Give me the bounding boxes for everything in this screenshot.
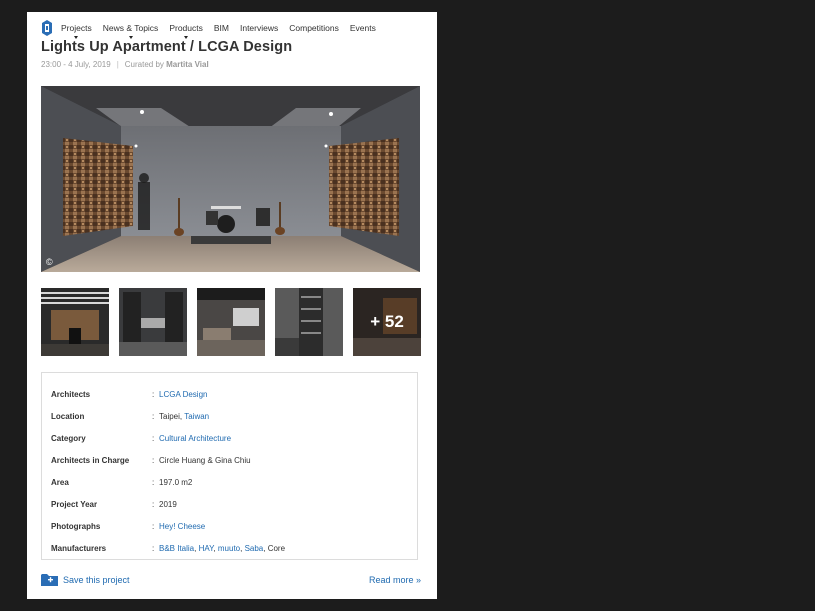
nav-item-competitions[interactable]: Competitions <box>289 23 339 33</box>
manufacturer-link[interactable]: Saba <box>245 544 264 553</box>
nav-item-interviews[interactable]: Interviews <box>240 23 278 33</box>
manufacturer-link[interactable]: muuto <box>218 544 240 553</box>
read-more-link[interactable]: Read more » <box>369 575 421 585</box>
copyright-icon: © <box>46 257 53 267</box>
detail-value: Taipei, Taiwan <box>159 411 210 421</box>
top-nav: Projects News & Topics Products BIM Inte… <box>41 16 387 40</box>
detail-value: Cultural Architecture <box>159 434 231 443</box>
curated-by-label: Curated by <box>124 60 164 69</box>
photographer-link[interactable]: Hey! Cheese <box>159 522 205 531</box>
nav-item-news-topics[interactable]: News & Topics <box>103 23 158 39</box>
more-photos-count: + 52 <box>353 288 421 356</box>
article-meta: 23:00 - 4 July, 2019 | Curated by Martita … <box>41 60 209 69</box>
thumbnail-1[interactable] <box>41 288 109 356</box>
detail-value: LCGA Design <box>159 390 207 399</box>
country-link[interactable]: Taiwan <box>184 412 209 421</box>
thumbnail-3[interactable] <box>197 288 265 356</box>
detail-row-manufacturers: Manufacturers: B&B Italia, HAY, muuto, S… <box>51 543 286 553</box>
detail-label: Architects <box>51 389 91 399</box>
detail-row-area: Area: 197.0 m2 <box>51 477 193 487</box>
detail-label: Photographs <box>51 521 101 531</box>
detail-label: Manufacturers <box>51 543 107 553</box>
thumbnail-4[interactable] <box>275 288 343 356</box>
thumbnail-2[interactable] <box>119 288 187 356</box>
nav-item-events[interactable]: Events <box>350 23 376 33</box>
article-card: Projects News & Topics Products BIM Inte… <box>27 12 437 599</box>
architects-link[interactable]: LCGA Design <box>159 390 207 399</box>
detail-row-architects-in-charge: Architects in Charge: Circle Huang & Gin… <box>51 455 251 465</box>
thumbnail-gallery: + 52 <box>41 288 421 356</box>
hero-image[interactable] <box>41 86 420 272</box>
detail-value: 2019 <box>159 499 177 509</box>
archdaily-logo-icon[interactable] <box>41 20 53 36</box>
detail-row-architects: Architects: LCGA Design <box>51 389 208 399</box>
publish-datetime: 23:00 - 4 July, 2019 <box>41 60 111 69</box>
detail-value: Hey! Cheese <box>159 522 205 531</box>
detail-value: 197.0 m2 <box>159 477 193 487</box>
detail-label: Location <box>51 411 85 421</box>
nav-item-products[interactable]: Products <box>169 23 203 39</box>
folder-add-icon <box>41 574 58 586</box>
manufacturer-link[interactable]: B&B Italia <box>159 544 194 553</box>
detail-value: B&B Italia, HAY, muuto, Saba, Core <box>159 543 286 553</box>
detail-label: Category <box>51 433 86 443</box>
manufacturer-link[interactable]: HAY <box>199 544 214 553</box>
project-details: Architects: LCGA Design Location: Taipei… <box>41 372 418 560</box>
detail-row-location: Location: Taipei, Taiwan <box>51 411 210 421</box>
thumbnail-more[interactable]: + 52 <box>353 288 421 356</box>
curator-name[interactable]: Martita Vial <box>166 60 209 69</box>
detail-row-photographs: Photographs: Hey! Cheese <box>51 521 206 531</box>
category-link[interactable]: Cultural Architecture <box>159 434 231 443</box>
detail-value: Circle Huang & Gina Chiu <box>159 455 251 465</box>
detail-label: Area <box>51 477 69 487</box>
page-title: Lights Up Apartment / LCGA Design <box>41 39 293 55</box>
detail-label: Architects in Charge <box>51 455 130 465</box>
meta-separator: | <box>116 60 119 69</box>
detail-row-category: Category: Cultural Architecture <box>51 433 232 443</box>
save-project-label: Save this project <box>63 574 130 585</box>
nav-item-bim[interactable]: BIM <box>214 23 229 33</box>
detail-label: Project Year <box>51 499 98 509</box>
nav-item-projects[interactable]: Projects <box>61 23 92 39</box>
detail-row-project-year: Project Year: 2019 <box>51 499 177 509</box>
save-project-button[interactable]: Save this project <box>41 573 130 586</box>
